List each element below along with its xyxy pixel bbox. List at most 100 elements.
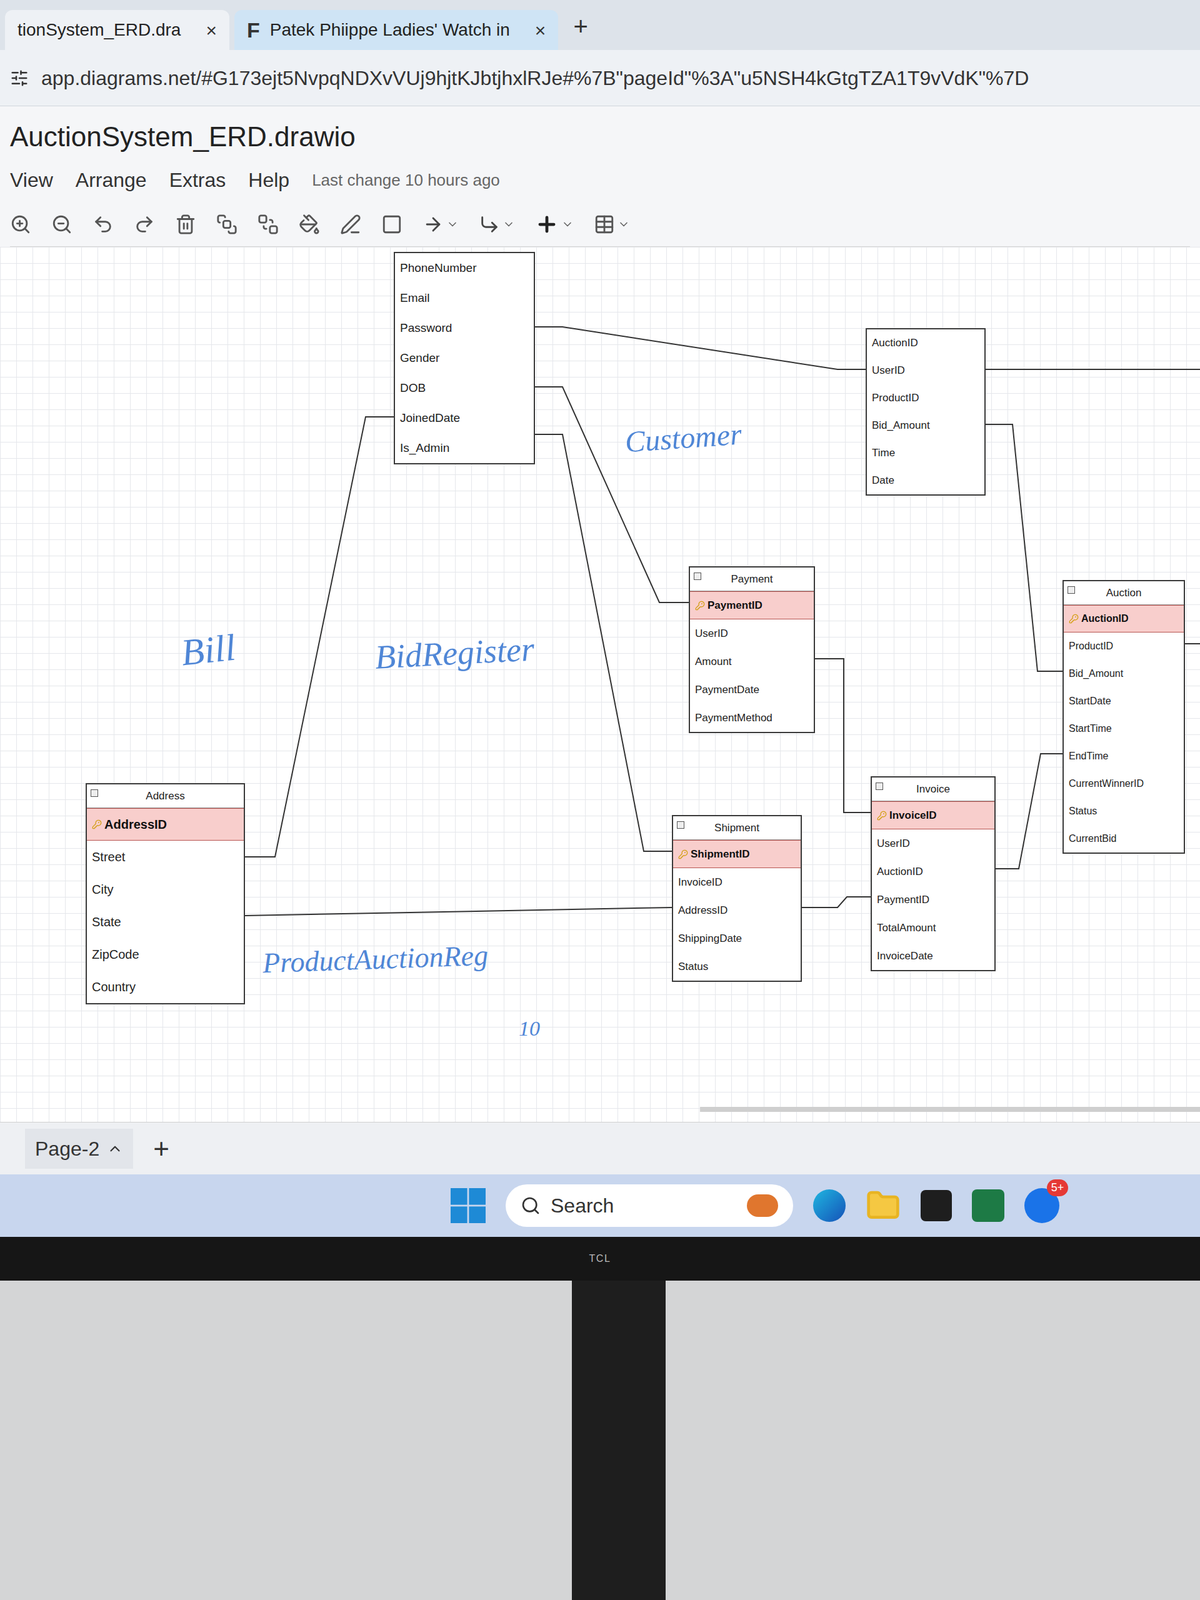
entity-header[interactable]: Invoice <box>871 777 995 802</box>
menu-item[interactable]: Arrange <box>75 165 147 195</box>
toolbar-icon[interactable] <box>51 213 73 235</box>
new-tab-button[interactable]: + <box>563 7 598 50</box>
field-row[interactable]: AddressID <box>673 896 801 925</box>
field-row[interactable]: AuctionID <box>866 329 985 357</box>
connection-dropdown[interactable] <box>422 213 459 235</box>
url-field[interactable]: app.diagrams.net/#G173ejt5NvpqNDXvVUj9hj… <box>41 63 1029 94</box>
field-row[interactable]: ZipCode <box>86 938 244 971</box>
field-row[interactable]: InvoiceDate <box>871 941 995 970</box>
field-row[interactable]: PaymentDate <box>690 675 814 704</box>
field-row[interactable]: Amount <box>690 647 814 676</box>
tab-close-button[interactable]: × <box>205 16 217 45</box>
page-tab[interactable]: Page-2 <box>25 1128 134 1169</box>
connector-line[interactable] <box>534 326 866 370</box>
menu-item[interactable]: Extras <box>169 165 227 195</box>
field-row[interactable]: Date <box>866 466 985 495</box>
last-change-label[interactable]: Last change 10 hours ago <box>311 168 500 193</box>
connector-line[interactable] <box>245 907 672 916</box>
field-row[interactable]: Country <box>86 970 244 1004</box>
file-title[interactable]: AuctionSystem_ERD.drawio <box>10 116 1190 158</box>
menu-item[interactable]: Help <box>248 165 290 195</box>
primary-key-row[interactable]: ShipmentID <box>673 840 801 869</box>
collapse-icon[interactable] <box>676 821 685 829</box>
field-row[interactable]: ShippingDate <box>673 924 801 953</box>
entity-header[interactable]: Auction <box>1063 581 1184 605</box>
edge-icon[interactable] <box>813 1189 846 1222</box>
field-row[interactable]: PaymentID <box>871 885 995 914</box>
collapse-icon[interactable] <box>1067 586 1075 594</box>
field-row[interactable]: Email <box>395 283 534 314</box>
collapse-icon[interactable] <box>90 789 99 797</box>
connector-line[interactable] <box>534 434 672 852</box>
field-row[interactable]: ProductID <box>1063 632 1184 660</box>
primary-key-row[interactable]: InvoiceID <box>871 801 995 830</box>
figma-icon[interactable] <box>920 1190 952 1222</box>
connector-line[interactable] <box>801 896 871 908</box>
field-row[interactable]: Street <box>86 840 244 874</box>
connector-line[interactable] <box>985 424 1063 672</box>
file-explorer-icon[interactable] <box>865 1188 901 1224</box>
entity-table[interactable]: AuctionAuctionIDProductIDBid_AmountStart… <box>1062 580 1185 854</box>
field-row[interactable]: EndTime <box>1063 742 1184 770</box>
entity-table[interactable]: AuctionIDUserIDProductIDBid_AmountTimeDa… <box>865 328 986 496</box>
field-row[interactable]: State <box>86 905 244 939</box>
toolbar-icon[interactable] <box>298 213 320 235</box>
field-row[interactable]: PaymentMethod <box>690 703 814 732</box>
connector-line[interactable] <box>985 368 1200 370</box>
field-row[interactable]: CurrentWinnerID <box>1063 770 1184 798</box>
field-row[interactable]: DOB <box>395 373 534 404</box>
entity-table[interactable]: ShipmentShipmentIDInvoiceIDAddressIDShip… <box>671 815 802 982</box>
field-row[interactable]: Time <box>866 439 985 467</box>
field-row[interactable]: UserID <box>871 829 995 858</box>
connector-line[interactable] <box>815 658 871 813</box>
field-row[interactable]: PhoneNumber <box>395 253 534 284</box>
insert-dropdown[interactable] <box>535 212 574 237</box>
field-row[interactable]: UserID <box>866 356 985 385</box>
toolbar-icon[interactable] <box>257 213 279 235</box>
entity-table[interactable]: AddressAddressIDStreetCityStateZipCodeCo… <box>85 783 245 1005</box>
toolbar-icon[interactable] <box>216 213 238 235</box>
connector-line[interactable] <box>995 753 1063 869</box>
field-row[interactable]: Bid_Amount <box>1063 660 1184 688</box>
connector-line[interactable] <box>1185 643 1200 645</box>
waypoint-dropdown[interactable] <box>478 213 515 235</box>
field-row[interactable]: Gender <box>395 343 534 374</box>
primary-key-row[interactable]: PaymentID <box>690 591 814 620</box>
diagram-canvas[interactable]: PhoneNumberEmailPasswordGenderDOBJoinedD… <box>0 246 1200 1122</box>
entity-header[interactable]: Address <box>86 784 244 809</box>
site-info-icon[interactable] <box>10 68 29 88</box>
field-row[interactable]: Status <box>673 952 801 981</box>
add-page-button[interactable]: + <box>153 1128 170 1170</box>
entity-header[interactable]: Payment <box>690 567 814 592</box>
field-row[interactable]: UserID <box>690 619 814 648</box>
excel-icon[interactable] <box>971 1189 1005 1222</box>
field-row[interactable]: ProductID <box>866 384 985 412</box>
connector-line[interactable] <box>245 416 394 857</box>
windows-logo-icon[interactable] <box>450 1188 486 1224</box>
field-row[interactable]: CurrentBid <box>1063 825 1184 853</box>
field-row[interactable]: AuctionID <box>871 857 995 886</box>
field-row[interactable]: Is_Admin <box>395 433 534 464</box>
toolbar-icon[interactable] <box>133 213 155 235</box>
toolbar-icon[interactable] <box>381 213 403 235</box>
field-row[interactable]: Status <box>1063 797 1184 825</box>
tab-close-button[interactable]: × <box>535 16 547 45</box>
entity-table[interactable]: PhoneNumberEmailPasswordGenderDOBJoinedD… <box>393 251 535 465</box>
collapse-icon[interactable] <box>875 782 884 790</box>
toolbar-icon[interactable] <box>10 213 32 235</box>
field-row[interactable]: StartTime <box>1063 715 1184 743</box>
table-dropdown[interactable] <box>593 213 630 235</box>
toolbar-icon[interactable] <box>340 213 362 235</box>
primary-key-row[interactable]: AddressID <box>86 808 244 841</box>
field-row[interactable]: JoinedDate <box>395 403 534 434</box>
field-row[interactable]: City <box>86 873 244 906</box>
toolbar-icon[interactable] <box>175 213 197 235</box>
entity-table[interactable]: InvoiceInvoiceIDUserIDAuctionIDPaymentID… <box>870 776 996 972</box>
primary-key-row[interactable]: AuctionID <box>1063 605 1184 633</box>
zalo-icon[interactable]: 5+ <box>1024 1188 1060 1224</box>
field-row[interactable]: Bid_Amount <box>866 411 985 440</box>
browser-tab[interactable]: FPatek Phiippe Ladies' Watch in× <box>234 10 559 50</box>
field-row[interactable]: StartDate <box>1063 687 1184 715</box>
entity-header[interactable]: Shipment <box>673 816 801 840</box>
browser-tab[interactable]: tionSystem_ERD.dra× <box>5 10 230 50</box>
